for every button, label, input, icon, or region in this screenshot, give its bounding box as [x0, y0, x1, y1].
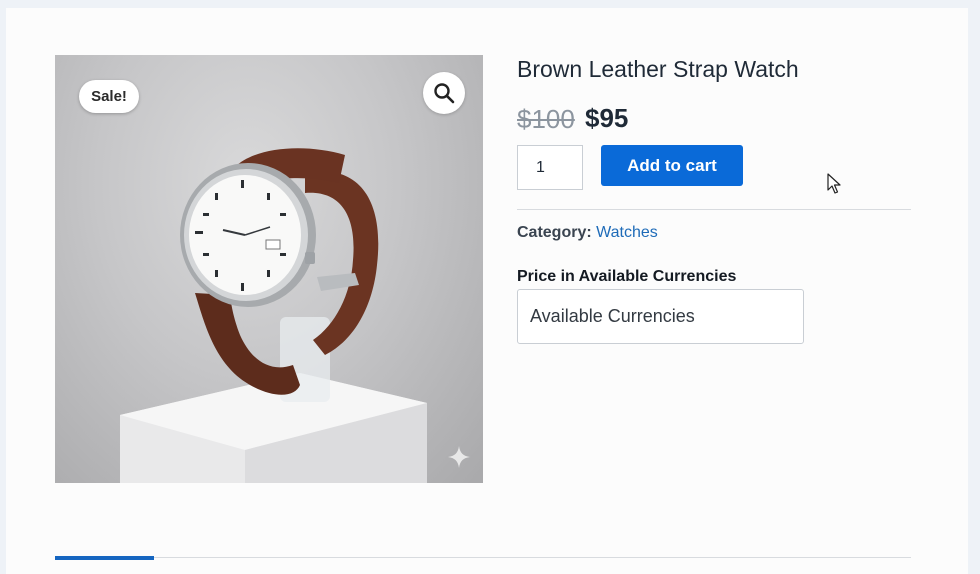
- active-tab-indicator[interactable]: [55, 556, 154, 560]
- zoom-button[interactable]: [423, 72, 465, 114]
- category-label: Category:: [517, 224, 592, 241]
- sale-badge: Sale!: [79, 80, 139, 113]
- watch-photo: [120, 148, 427, 483]
- regular-price: $100: [517, 104, 575, 134]
- currency-heading: Price in Available Currencies: [517, 268, 737, 285]
- product-image[interactable]: Sale!: [55, 55, 483, 483]
- currency-select-value: Available Currencies: [530, 306, 695, 326]
- add-to-cart-button[interactable]: Add to cart: [601, 145, 743, 186]
- product-category: Category: Watches: [517, 224, 658, 242]
- currency-select[interactable]: Available Currencies: [517, 289, 804, 344]
- product-title: Brown Leather Strap Watch: [517, 56, 799, 82]
- tabs-divider: [55, 557, 911, 558]
- sparkle-icon: [448, 446, 470, 468]
- divider: [517, 209, 911, 210]
- mouse-pointer-icon: [827, 173, 841, 194]
- sale-price: $95: [585, 103, 629, 133]
- category-link-watches[interactable]: Watches: [596, 224, 658, 241]
- magnifier-icon: [434, 83, 455, 104]
- quantity-input[interactable]: [517, 145, 583, 190]
